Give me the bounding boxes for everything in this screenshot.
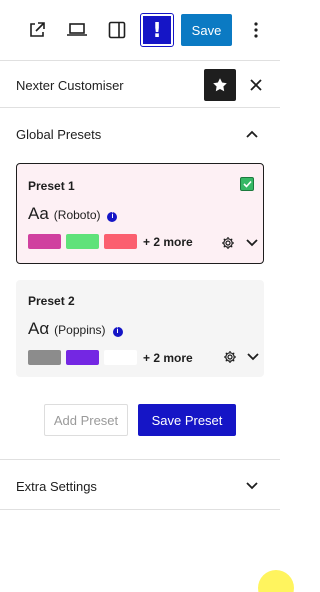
preset-font-row: Aa (Roboto) i (28, 204, 118, 224)
color-swatch[interactable] (104, 350, 137, 365)
save-preset-button[interactable]: Save Preset (138, 404, 236, 436)
font-name: (Poppins) (54, 323, 106, 337)
external-link-icon[interactable] (21, 14, 53, 46)
star-icon[interactable] (204, 69, 236, 101)
more-vertical-icon[interactable] (242, 14, 270, 46)
preset-colors: + 2 more (28, 350, 193, 365)
add-preset-button[interactable]: Add Preset (44, 404, 128, 436)
alert-label: ! (152, 18, 162, 42)
chevron-down-icon[interactable] (246, 237, 258, 249)
font-name: (Roboto) (53, 208, 101, 222)
sidebar-toggle-icon[interactable] (101, 14, 133, 46)
color-swatch[interactable] (104, 234, 137, 249)
top-toolbar: ! Save (0, 0, 280, 60)
chevron-up-icon (244, 126, 260, 142)
cursor-highlight (258, 570, 294, 592)
preset-font-row: Aα (Poppins) i (28, 319, 123, 339)
info-icon[interactable]: i (112, 326, 123, 337)
preset-name: Preset 1 (28, 179, 75, 193)
panel-header: Nexter Customiser (0, 61, 280, 108)
global-presets-title: Global Presets (16, 127, 102, 142)
extra-settings-toggle[interactable]: Extra Settings (0, 460, 280, 510)
desktop-icon[interactable] (61, 14, 93, 46)
panel-title: Nexter Customiser (16, 78, 124, 93)
font-sample: Aa (28, 204, 49, 223)
chevron-down-icon (244, 478, 260, 494)
alert-button[interactable]: ! (140, 13, 174, 47)
info-icon[interactable]: i (107, 211, 118, 222)
preset-card-1[interactable]: Preset 1 Aa (Roboto) i + 2 more (16, 163, 264, 264)
color-swatch[interactable] (28, 350, 61, 365)
extra-settings-title: Extra Settings (16, 479, 97, 494)
save-button[interactable]: Save (181, 14, 232, 46)
gear-icon[interactable] (223, 350, 237, 364)
preset-name: Preset 2 (28, 294, 75, 308)
preset-colors: + 2 more (28, 234, 193, 249)
close-icon[interactable] (244, 73, 268, 97)
font-sample: Aα (28, 319, 50, 338)
section-divider (0, 509, 280, 510)
chevron-down-icon[interactable] (247, 351, 259, 363)
color-swatch[interactable] (66, 234, 99, 249)
preset-checkbox[interactable] (240, 177, 254, 191)
global-presets-toggle[interactable]: Global Presets (0, 108, 280, 158)
color-swatch[interactable] (28, 234, 61, 249)
more-colors-label: + 2 more (143, 234, 193, 249)
more-colors-label: + 2 more (143, 350, 193, 365)
color-swatch[interactable] (66, 350, 99, 365)
gear-icon[interactable] (221, 236, 235, 250)
preset-card-2[interactable]: Preset 2 Aα (Poppins) i + 2 more (16, 280, 264, 377)
